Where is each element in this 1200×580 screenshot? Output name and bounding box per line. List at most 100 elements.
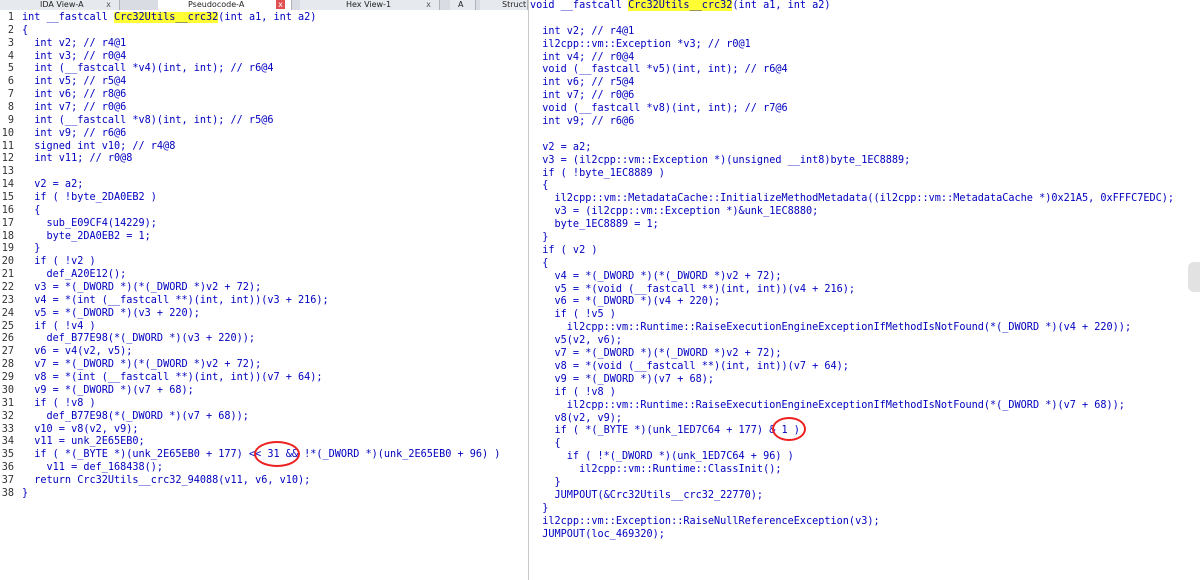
code-line[interactable] — [529, 129, 1200, 142]
code-line[interactable]: 16 { — [0, 205, 528, 218]
code-line[interactable]: v5(v2, v6); — [529, 335, 1200, 348]
code-line[interactable]: } — [529, 503, 1200, 516]
code-line[interactable]: 21 def_A20E12(); — [0, 269, 528, 282]
code-line[interactable]: 3 int v2; // r4@1 — [0, 38, 528, 51]
close-icon[interactable]: x — [424, 0, 433, 9]
code-line[interactable]: } — [529, 477, 1200, 490]
code-line[interactable]: 6 int v5; // r5@4 — [0, 76, 528, 89]
code-line[interactable]: il2cpp::vm::Exception::RaiseNullReferenc… — [529, 516, 1200, 529]
highlighted-function-name[interactable]: Crc32Utils__crc32 — [628, 0, 733, 11]
scroll-handle[interactable] — [1188, 262, 1200, 292]
code-line[interactable]: 5 int (__fastcall *v4)(int, int); // r6@… — [0, 63, 528, 76]
code-line[interactable]: } — [529, 232, 1200, 245]
code-line[interactable]: { — [529, 258, 1200, 271]
code-line[interactable]: 32 def_B77E98(*(_DWORD *)(v7 + 68)); — [0, 411, 528, 424]
code-line[interactable]: 17 sub_E09CF4(14229); — [0, 218, 528, 231]
code-line[interactable]: if ( *(_BYTE *)(unk_1ED7C64 + 177) & 1 ) — [529, 425, 1200, 438]
pseudocode-pane-left[interactable]: IDA View-A x Pseudocode-A x Hex View-1 x… — [0, 0, 529, 580]
code-line[interactable]: 38} — [0, 488, 528, 501]
code-line[interactable]: { — [529, 180, 1200, 193]
code-line[interactable]: il2cpp::vm::Runtime::ClassInit(); — [529, 464, 1200, 477]
tab-structures[interactable]: Struct — [480, 0, 528, 10]
code-line[interactable]: v9 = *(_DWORD *)(v7 + 68); — [529, 374, 1200, 387]
code-line[interactable]: 30 v9 = *(_DWORD *)(v7 + 68); — [0, 385, 528, 398]
code-line[interactable]: if ( !byte_1EC8889 ) — [529, 168, 1200, 181]
code-line[interactable]: 22 v3 = *(_DWORD *)(*(_DWORD *)v2 + 72); — [0, 282, 528, 295]
code-line[interactable]: JUMPOUT(loc_469320); — [529, 529, 1200, 542]
tab-pseudocode[interactable]: Pseudocode-A x — [158, 0, 292, 10]
code-line[interactable]: if ( !*(_DWORD *)(unk_1ED7C64 + 96) ) — [529, 451, 1200, 464]
code-line[interactable]: if ( v2 ) — [529, 245, 1200, 258]
code-line[interactable]: il2cpp::vm::Runtime::RaiseExecutionEngin… — [529, 400, 1200, 413]
highlighted-function-name[interactable]: Crc32Utils__crc32 — [114, 12, 219, 23]
code-line[interactable]: 12 int v11; // r0@8 — [0, 153, 528, 166]
pseudocode-listing-left[interactable]: 1 int __fastcall Crc32Utils__crc32(int a1… — [0, 12, 528, 501]
code-text: { — [22, 24, 29, 36]
code-line[interactable]: 10 int v9; // r6@6 — [0, 128, 528, 141]
code-line[interactable]: 2{ — [0, 25, 528, 38]
code-line[interactable]: il2cpp::vm::MetadataCache::InitializeMet… — [529, 193, 1200, 206]
code-line[interactable]: v2 = a2; — [529, 142, 1200, 155]
line-number: 13 — [1, 166, 14, 178]
code-line[interactable]: int v7; // r0@6 — [529, 90, 1200, 103]
tab-hex-view[interactable]: Hex View-1 x — [300, 0, 440, 10]
code-line[interactable]: JUMPOUT(&Crc32Utils__crc32_22770); — [529, 490, 1200, 503]
code-text: if ( !v8 ) — [530, 386, 616, 398]
code-line[interactable]: 8 int v7; // r0@6 — [0, 102, 528, 115]
code-line[interactable]: 11 signed int v10; // r4@8 — [0, 141, 528, 154]
code-line[interactable]: il2cpp::vm::Exception *v3; // r0@1 — [529, 39, 1200, 52]
code-line[interactable]: if ( !v5 ) — [529, 309, 1200, 322]
code-line[interactable]: il2cpp::vm::Runtime::RaiseExecutionEngin… — [529, 322, 1200, 335]
code-line[interactable]: v8(v2, v9); — [529, 413, 1200, 426]
code-line[interactable]: 14 v2 = a2; — [0, 179, 528, 192]
code-text: v11 = def_168438(); — [22, 462, 164, 474]
code-line[interactable]: void __fastcall Crc32Utils__crc32(int a1… — [529, 0, 1200, 13]
code-line[interactable]: 29 v8 = *(int (__fastcall **)(int, int))… — [0, 372, 528, 385]
code-line[interactable]: v3 = (il2cpp::vm::Exception *)(unsigned … — [529, 155, 1200, 168]
code-text: void __fastcall — [530, 0, 629, 11]
code-line[interactable]: 18 byte_2DA0EB2 = 1; — [0, 231, 528, 244]
code-line[interactable]: v8 = *(void (__fastcall **)(int, int))(v… — [529, 361, 1200, 374]
close-icon[interactable]: x — [276, 0, 285, 9]
code-line[interactable]: 31 if ( !v8 ) — [0, 398, 528, 411]
code-line[interactable] — [529, 13, 1200, 26]
code-line[interactable]: v7 = *(_DWORD *)(*(_DWORD *)v2 + 72); — [529, 348, 1200, 361]
code-line[interactable]: 1 int __fastcall Crc32Utils__crc32(int a1… — [0, 12, 528, 25]
code-line[interactable]: 33 v10 = v8(v2, v9); — [0, 424, 528, 437]
tab-ida-view[interactable]: IDA View-A x — [0, 0, 120, 10]
code-line[interactable]: 23 v4 = *(int (__fastcall **)(int, int))… — [0, 295, 528, 308]
pseudocode-pane-right[interactable]: void __fastcall Crc32Utils__crc32(int a1… — [529, 0, 1200, 580]
code-line[interactable]: void (__fastcall *v5)(int, int); // r6@4 — [529, 64, 1200, 77]
code-line[interactable]: v4 = *(_DWORD *)(*(_DWORD *)v2 + 72); — [529, 271, 1200, 284]
code-line[interactable]: v3 = (il2cpp::vm::Exception *)&unk_1EC88… — [529, 206, 1200, 219]
line-number: 19 — [1, 243, 14, 255]
code-line[interactable]: int v2; // r4@1 — [529, 26, 1200, 39]
code-line[interactable]: 13 — [0, 166, 528, 179]
pseudocode-listing-right[interactable]: void __fastcall Crc32Utils__crc32(int a1… — [529, 0, 1200, 541]
code-line[interactable]: int v9; // r6@6 — [529, 116, 1200, 129]
code-line[interactable]: { — [529, 438, 1200, 451]
code-line[interactable]: v5 = *(void (__fastcall **)(int, int))(v… — [529, 284, 1200, 297]
code-line[interactable]: 20 if ( !v2 ) — [0, 256, 528, 269]
code-line[interactable]: 25 if ( !v4 ) — [0, 321, 528, 334]
code-line[interactable]: 37 return Crc32Utils__crc32_94088(v11, v… — [0, 475, 528, 488]
code-line[interactable]: 27 v6 = v4(v2, v5); — [0, 346, 528, 359]
code-line[interactable]: 7 int v6; // r8@6 — [0, 89, 528, 102]
code-line[interactable]: int v6; // r5@4 — [529, 77, 1200, 90]
code-line[interactable]: void (__fastcall *v8)(int, int); // r7@6 — [529, 103, 1200, 116]
code-line[interactable]: 9 int (__fastcall *v8)(int, int); // r5@… — [0, 115, 528, 128]
code-line[interactable]: byte_1EC8889 = 1; — [529, 219, 1200, 232]
close-icon[interactable]: x — [104, 0, 113, 9]
code-line[interactable]: 4 int v3; // r0@4 — [0, 51, 528, 64]
code-line[interactable]: 15 if ( !byte_2DA0EB2 ) — [0, 192, 528, 205]
code-line[interactable]: 26 def_B77E98(*(_DWORD *)(v3 + 220)); — [0, 333, 528, 346]
code-line[interactable]: 24 v5 = *(_DWORD *)(v3 + 220); — [0, 308, 528, 321]
code-line[interactable]: v6 = *(_DWORD *)(v4 + 220); — [529, 296, 1200, 309]
code-text: } — [22, 487, 29, 499]
code-line[interactable]: 28 v7 = *(_DWORD *)(*(_DWORD *)v2 + 72); — [0, 359, 528, 372]
code-line[interactable]: if ( !v8 ) — [529, 387, 1200, 400]
code-line[interactable]: 19 } — [0, 243, 528, 256]
tab-a[interactable]: A — [450, 0, 476, 10]
line-number: 25 — [1, 320, 14, 332]
code-line[interactable]: int v4; // r0@4 — [529, 52, 1200, 65]
